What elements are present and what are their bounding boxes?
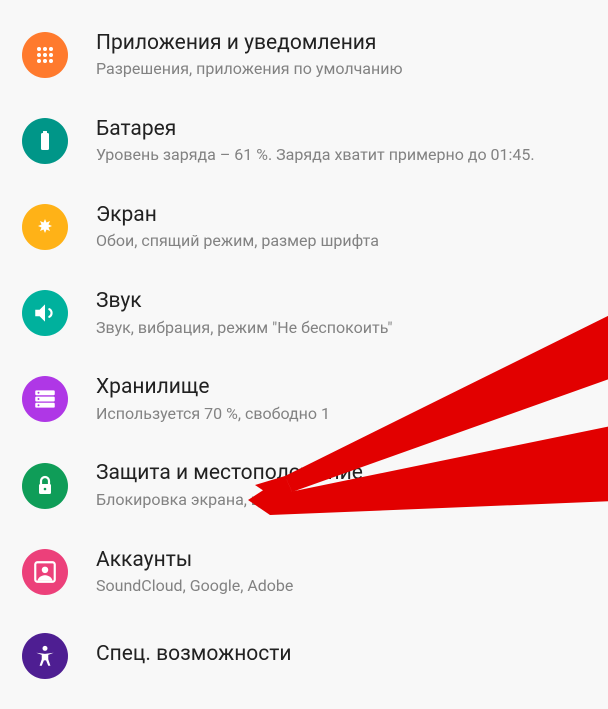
text-block: Спец. возможности	[96, 641, 292, 670]
setting-title: Приложения и уведомления	[96, 30, 403, 57]
setting-title: Батарея	[96, 116, 535, 143]
setting-subtitle: Обои, спящий режим, размер шрифта	[96, 231, 379, 252]
text-block: Хранилище Используется 70 %, свободно 1	[96, 374, 330, 424]
text-block: Защита и местоположение Блокировка экран…	[96, 460, 408, 510]
lock-icon	[22, 463, 68, 509]
setting-subtitle: SoundCloud, Google, Adobe	[96, 576, 293, 597]
storage-icon	[22, 376, 68, 422]
settings-item-apps[interactable]: Приложения и уведомления Разрешения, при…	[0, 12, 608, 98]
setting-title: Спец. возможности	[96, 641, 292, 668]
accessibility-icon	[22, 633, 68, 679]
setting-subtitle: Уровень заряда – 61 %. Заряда хватит при…	[96, 145, 535, 166]
text-block: Аккаунты SoundCloud, Google, Adobe	[96, 547, 293, 597]
display-icon	[22, 204, 68, 250]
text-block: Экран Обои, спящий режим, размер шрифта	[96, 202, 379, 252]
text-block: Батарея Уровень заряда – 61 %. Заряда хв…	[96, 116, 535, 166]
setting-subtitle: Разрешения, приложения по умолчанию	[96, 59, 403, 80]
settings-item-accessibility[interactable]: Спец. возможности	[0, 615, 608, 697]
setting-title: Экран	[96, 202, 379, 229]
settings-item-accounts[interactable]: Аккаунты SoundCloud, Google, Adobe	[0, 529, 608, 615]
settings-item-display[interactable]: Экран Обои, спящий режим, размер шрифта	[0, 184, 608, 270]
settings-item-sound[interactable]: Звук Звук, вибрация, режим "Не беспокоит…	[0, 270, 608, 356]
settings-item-security[interactable]: Защита и местоположение Блокировка экран…	[0, 442, 608, 528]
setting-title: Защита и местоположение	[96, 460, 408, 487]
text-block: Звук Звук, вибрация, режим "Не беспокоит…	[96, 288, 392, 338]
setting-title: Хранилище	[96, 374, 330, 401]
settings-item-battery[interactable]: Батарея Уровень заряда – 61 %. Заряда хв…	[0, 98, 608, 184]
setting-title: Аккаунты	[96, 547, 293, 574]
settings-item-storage[interactable]: Хранилище Используется 70 %, свободно 1	[0, 356, 608, 442]
setting-subtitle: Блокировка экрана, цифровой отпечаток	[96, 490, 408, 511]
settings-list: Приложения и уведомления Разрешения, при…	[0, 0, 608, 709]
account-icon	[22, 549, 68, 595]
battery-icon	[22, 118, 68, 164]
sound-icon	[22, 290, 68, 336]
text-block: Приложения и уведомления Разрешения, при…	[96, 30, 403, 80]
apps-icon	[22, 32, 68, 78]
setting-subtitle: Звук, вибрация, режим "Не беспокоить"	[96, 318, 392, 339]
setting-title: Звук	[96, 288, 392, 315]
setting-subtitle: Используется 70 %, свободно 1	[96, 404, 330, 425]
